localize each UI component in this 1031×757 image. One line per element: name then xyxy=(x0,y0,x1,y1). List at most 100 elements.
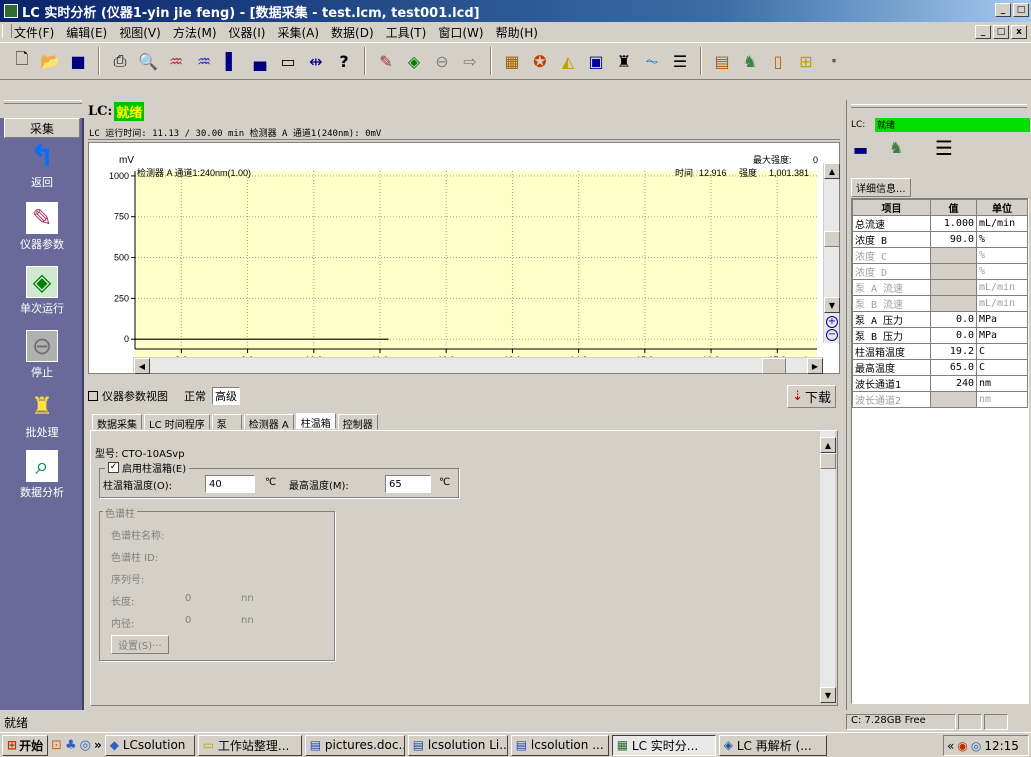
scroll-right-arrow-icon[interactable]: ▶ xyxy=(807,358,823,374)
task-lcsolution-doc[interactable]: ▤ lcsolution ... xyxy=(510,734,609,756)
params-scroll-down-icon[interactable]: ▼ xyxy=(820,687,836,703)
instrument-monitor-icon[interactable]: ▤ xyxy=(710,49,734,73)
mdi-close-button[interactable]: x xyxy=(1011,25,1027,39)
new-file-icon[interactable]: 🗋 xyxy=(10,49,34,73)
nav-batch[interactable]: ♜ 批处理 xyxy=(0,390,84,440)
instrument-a-icon[interactable]: ♒ xyxy=(164,49,188,73)
chart-vertical-scrollbar[interactable]: ▲ ▼ + − xyxy=(823,163,840,343)
oven-icon[interactable]: ▯ xyxy=(766,49,790,73)
tray-more[interactable]: « xyxy=(947,739,954,753)
details-button[interactable]: 详细信息... xyxy=(851,178,911,197)
menu-help[interactable]: 帮助(H) xyxy=(496,24,538,41)
maximize-button[interactable]: □ xyxy=(1013,3,1029,17)
calibration-icon[interactable]: ✪ xyxy=(528,49,552,73)
help-icon[interactable]: ? xyxy=(332,49,356,73)
bottles-icon[interactable]: ♜ xyxy=(612,49,636,73)
mdi-maximize-button[interactable]: □ xyxy=(993,25,1009,39)
print-preview-icon[interactable]: 🔍 xyxy=(136,49,160,73)
edit-method-icon[interactable]: ✎ xyxy=(374,49,398,73)
task-lc-realtime[interactable]: ▦ LC 实时分... xyxy=(611,734,716,756)
tab-data-acquisition[interactable]: 数据采集 xyxy=(92,414,142,431)
chart-horizontal-scrollbar[interactable]: ◀ ▶ xyxy=(133,357,823,374)
menu-file[interactable]: 文件(F) xyxy=(14,24,54,41)
save-icon[interactable]: ■ xyxy=(66,49,90,73)
nav-instrument-params[interactable]: ✎ 仪器参数 xyxy=(0,202,84,252)
tab-controller[interactable]: 控制器 xyxy=(337,414,378,431)
monitor-icon[interactable]: ▬ xyxy=(853,140,873,159)
scroll-down-arrow-icon[interactable]: ▼ xyxy=(824,297,840,313)
stop-sign-icon[interactable]: ⏹ xyxy=(822,49,846,73)
scroll-up-arrow-icon[interactable]: ▲ xyxy=(824,163,840,179)
max-temp-input[interactable]: 65 xyxy=(385,475,431,493)
print-icon[interactable]: ⎙ xyxy=(108,49,132,73)
split-icon[interactable]: ⇹ xyxy=(304,49,328,73)
pump-icon[interactable]: ♞ xyxy=(738,49,762,73)
oven-tab-panel: 型号: CTO-10ASvp ✓ 启用柱温箱(E) 柱温箱温度(O): 40 ℃… xyxy=(90,430,838,706)
quicklaunch-browser-icon[interactable]: ◎ xyxy=(80,738,91,753)
layout-bottom-icon[interactable]: ▄ xyxy=(248,49,272,73)
tray-network-icon[interactable]: ◎ xyxy=(971,739,981,753)
mode-advanced-button[interactable]: 高级 xyxy=(212,387,240,405)
list-icon[interactable]: ☰ xyxy=(668,49,692,73)
instrument-b-icon[interactable]: ♒ xyxy=(192,49,216,73)
report-icon[interactable]: ▣ xyxy=(584,49,608,73)
mdi-minimize-button[interactable]: _ xyxy=(975,25,991,39)
task-folder[interactable]: ▭ 工作站整理... xyxy=(197,734,302,756)
params-vertical-scrollbar[interactable]: ▲ ▼ xyxy=(819,431,836,703)
task-lc-reanalysis[interactable]: ◈ LC 再解析 (... xyxy=(718,734,827,756)
task-pictures-doc[interactable]: ▤ pictures.doc... xyxy=(304,734,405,756)
menu-acquire[interactable]: 采集(A) xyxy=(277,24,319,41)
batch-table-icon[interactable]: ▦ xyxy=(500,49,524,73)
nav-back[interactable]: ↰ 返回 xyxy=(0,139,84,190)
nav-single-run[interactable]: ◈ 单次运行 xyxy=(0,266,84,316)
nav-stop[interactable]: ⊖ 停止 xyxy=(0,330,84,380)
horizontal-scroll-thumb[interactable] xyxy=(762,358,786,374)
mode-normal-button[interactable]: 正常 xyxy=(182,388,208,404)
instrument-tree-icon[interactable]: ☰ xyxy=(935,136,953,160)
quicklaunch-desktop-icon[interactable]: ⊡ xyxy=(51,738,62,753)
tray-app-icon[interactable]: ◉ xyxy=(957,739,967,753)
tab-pump[interactable]: 泵 xyxy=(211,414,242,431)
monitor-item: 泵 B 流速 xyxy=(852,295,931,312)
download-button[interactable]: ⇣ 下载 xyxy=(787,384,836,408)
task-lcsolution[interactable]: ◆ LCsolution xyxy=(104,734,195,756)
column-settings-button[interactable]: 设置(S)··· xyxy=(111,635,169,654)
stop-run-icon[interactable]: ⊖ xyxy=(430,49,454,73)
y-tick-label: 1000 xyxy=(109,171,129,181)
plot-area xyxy=(135,171,817,361)
task-lcsolution-li[interactable]: ▤ lcsolution Li... xyxy=(407,734,508,756)
enable-oven-checkbox[interactable]: ✓ 启用柱温箱(E) xyxy=(105,460,190,475)
pump-monitor-icon[interactable]: ♞ xyxy=(889,138,903,157)
tab-detector-a[interactable]: 检测器 A xyxy=(243,414,294,431)
zoom-in-icon[interactable]: + xyxy=(826,316,838,328)
menu-edit[interactable]: 编辑(E) xyxy=(66,24,107,41)
layout-window-icon[interactable]: ▭ xyxy=(276,49,300,73)
task-lcsolution-li-label: lcsolution Li... xyxy=(427,738,508,752)
params-scroll-thumb[interactable] xyxy=(820,453,836,469)
tab-lc-time-program[interactable]: LC 时间程序 xyxy=(144,414,210,431)
params-scroll-up-icon[interactable]: ▲ xyxy=(820,437,836,453)
layout-left-icon[interactable]: ▌ xyxy=(220,49,244,73)
menu-tools[interactable]: 工具(T) xyxy=(386,24,427,41)
start-run-icon[interactable]: ◈ xyxy=(402,49,426,73)
scroll-thumb[interactable] xyxy=(824,231,840,247)
open-folder-icon[interactable]: 📂 xyxy=(38,49,62,73)
oven-temp-input[interactable]: 40 xyxy=(205,475,255,493)
start-button[interactable]: ⊞ 开始 xyxy=(2,734,49,756)
menu-instrument[interactable]: 仪器(I) xyxy=(229,24,266,41)
menu-view[interactable]: 视图(V) xyxy=(119,24,161,41)
zoom-out-icon[interactable]: − xyxy=(826,329,838,341)
menu-data[interactable]: 数据(D) xyxy=(331,24,374,41)
peak-icon[interactable]: ◭ xyxy=(556,49,580,73)
quicklaunch-more[interactable]: » xyxy=(94,738,102,752)
tab-column-oven[interactable]: 柱温箱 xyxy=(295,413,336,430)
menu-window[interactable]: 窗口(W) xyxy=(438,24,483,41)
autosampler-icon[interactable]: ⊞ xyxy=(794,49,818,73)
quicklaunch-folder-icon[interactable]: ♣ xyxy=(65,738,77,753)
nav-data-analysis[interactable]: ⌕ 数据分析 xyxy=(0,450,84,500)
next-icon[interactable]: ⇨ xyxy=(458,49,482,73)
menu-method[interactable]: 方法(M) xyxy=(173,24,217,41)
chromatogram-icon[interactable]: ⏦ xyxy=(640,49,664,73)
scroll-left-arrow-icon[interactable]: ◀ xyxy=(134,358,150,374)
minimize-button[interactable]: _ xyxy=(995,3,1011,17)
